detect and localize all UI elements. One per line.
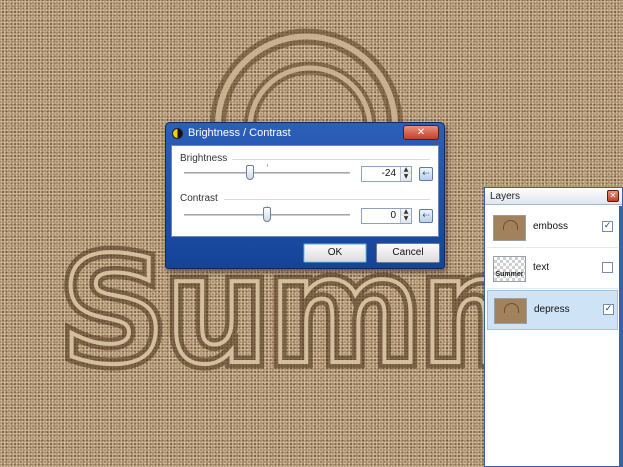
layer-thumbnail-text: Summer xyxy=(495,271,524,278)
contrast-spinbox[interactable]: 0 ▲ ▼ xyxy=(361,208,412,224)
layer-visibility-checkbox[interactable]: ✓ xyxy=(602,221,613,232)
layers-panel: Layers ✕ emboss ✓ Summer text depress ✓ xyxy=(484,187,623,467)
dialog-content: Brightness -24 ▲ ▼ ⇠ Contrast 0 ▲ ▼ ⇠ xyxy=(171,145,439,237)
contrast-slider-thumb[interactable] xyxy=(263,207,271,222)
slider-tick xyxy=(267,164,268,167)
layer-thumbnail xyxy=(493,215,526,241)
brightness-slider-thumb[interactable] xyxy=(246,165,255,180)
slider-track xyxy=(184,172,350,174)
brightness-label: Brightness xyxy=(180,153,228,164)
contrast-slider[interactable] xyxy=(184,206,350,224)
layers-title: Layers xyxy=(490,191,521,202)
brightness-contrast-icon xyxy=(172,128,183,139)
layer-thumbnail xyxy=(494,298,527,324)
dialog-title: Brightness / Contrast xyxy=(188,127,291,139)
layer-row-depress[interactable]: depress ✓ xyxy=(487,290,618,330)
layer-name: text xyxy=(533,262,550,273)
dialog-close-button[interactable]: ✕ xyxy=(403,125,439,140)
brightness-down-arrow-icon[interactable]: ▼ xyxy=(400,174,411,181)
contrast-value[interactable]: 0 xyxy=(362,210,399,221)
layer-visibility-checkbox[interactable]: ✓ xyxy=(603,304,614,315)
layer-thumbnail: Summer xyxy=(493,256,526,282)
layers-titlebar[interactable]: Layers ✕ xyxy=(485,188,622,205)
contrast-reset-icon[interactable]: ⇠ xyxy=(419,209,433,223)
brightness-spinbox[interactable]: -24 ▲ ▼ xyxy=(361,166,412,182)
ok-button[interactable]: OK xyxy=(303,243,367,263)
contrast-label: Contrast xyxy=(180,193,218,204)
contrast-down-arrow-icon[interactable]: ▼ xyxy=(400,216,411,223)
brightness-slider[interactable] xyxy=(184,164,350,182)
layer-visibility-checkbox[interactable] xyxy=(602,262,613,273)
cancel-button[interactable]: Cancel xyxy=(376,243,440,263)
layer-row-emboss[interactable]: emboss ✓ xyxy=(487,208,618,248)
brightness-value[interactable]: -24 xyxy=(362,168,399,179)
brightness-contrast-dialog: Brightness / Contrast ✕ Brightness -24 ▲… xyxy=(165,122,445,269)
contrast-divider xyxy=(224,199,430,200)
layer-name: emboss xyxy=(533,221,569,232)
layers-list: emboss ✓ Summer text depress ✓ xyxy=(487,208,618,466)
layers-close-icon[interactable]: ✕ xyxy=(607,190,619,202)
brightness-reset-icon[interactable]: ⇠ xyxy=(419,167,433,181)
dialog-titlebar[interactable]: Brightness / Contrast ✕ xyxy=(166,123,444,144)
layers-scrollbar[interactable] xyxy=(619,206,622,466)
brightness-divider xyxy=(232,159,430,160)
layer-name: depress xyxy=(534,304,570,315)
layer-row-text[interactable]: Summer text xyxy=(487,249,618,289)
